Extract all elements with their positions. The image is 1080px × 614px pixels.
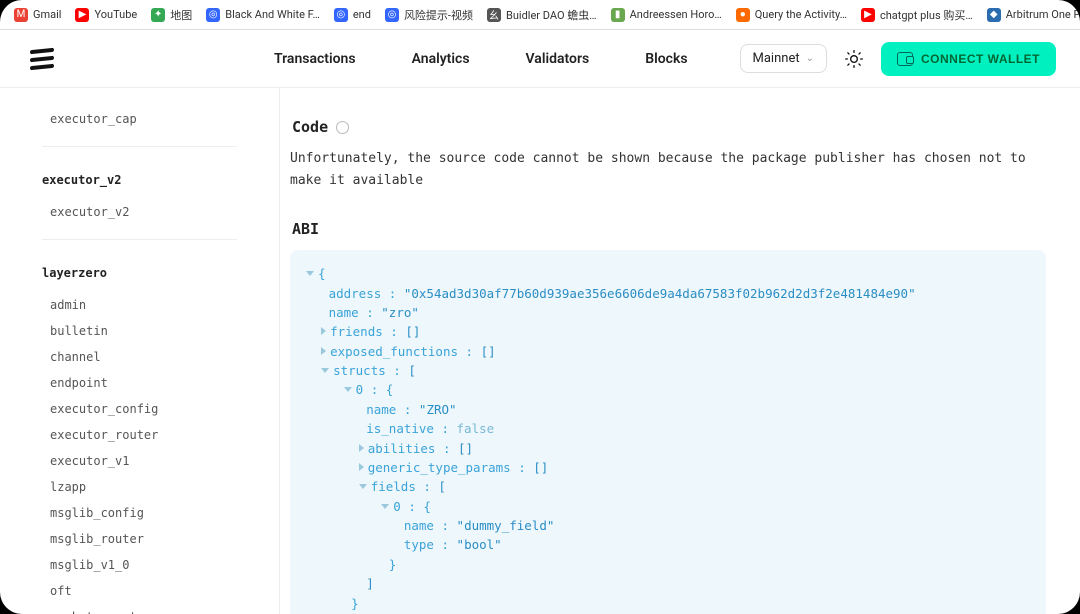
bookmark-icon: 幺 (487, 8, 501, 22)
nav-tabs: Transactions Analytics Validators Blocks (274, 51, 688, 67)
bookmark-item[interactable]: ▮ Andreessen Horo… (611, 8, 722, 22)
bookmark-label: 风险提示-视频 (404, 7, 473, 23)
bookmark-item[interactable]: ◎ end (334, 8, 371, 22)
wallet-label: CONNECT WALLET (921, 52, 1040, 66)
nav-tab[interactable]: Validators (526, 51, 590, 67)
network-label: Mainnet (753, 51, 800, 66)
bookmark-icon: M (14, 8, 28, 22)
bookmark-item[interactable]: 幺 Buidler DAO 蟾虫… (487, 7, 597, 23)
sidebar-item[interactable]: executor_cap (0, 106, 279, 132)
abi-address: 0x54ad3d30af77b60d939ae356e6606de9a4da67… (411, 286, 908, 301)
bookmark-label: Black And White F… (225, 8, 320, 21)
code-section-title: Code (292, 118, 1046, 136)
bookmark-icon: ◆ (987, 8, 1001, 22)
field-0-idx: 0 (393, 499, 401, 514)
struct-0-fields-open: [ (438, 479, 446, 494)
code-unavailable-message: Unfortunately, the source code cannot be… (290, 148, 1046, 192)
field-0-type: bool (464, 537, 494, 552)
abi-exposed-functions: [] (481, 344, 496, 359)
bookmark-item[interactable]: ✦ 地图 (151, 7, 192, 23)
sidebar-item[interactable]: executor_v1 (0, 448, 279, 474)
sidebar-item[interactable]: packet_event (0, 604, 279, 614)
abi-name: zro (389, 305, 412, 320)
field-0-name: dummy_field (464, 518, 547, 533)
struct-0-name: ZRO (426, 402, 449, 417)
bookmark-icon: ▶ (75, 8, 89, 22)
wallet-icon (897, 52, 913, 66)
bookmark-label: Gmail (33, 8, 61, 21)
sidebar-group-title[interactable]: layerzero (0, 260, 279, 286)
bookmark-label: end (353, 8, 371, 21)
struct-0-abilities: [] (458, 441, 473, 456)
sidebar-item[interactable]: msglib_config (0, 500, 279, 526)
main-panel: Code Unfortunately, the source code cann… (280, 88, 1080, 614)
abi-section-title: ABI (292, 220, 1046, 238)
bookmarks-bar: M Gmail ▶ YouTube ✦ 地图 ◎ Black And White F… ◎ end… (0, 0, 1080, 30)
struct-0-is-native: false (457, 421, 495, 436)
app-logo[interactable] (30, 47, 54, 71)
chevron-down-icon: ⌄ (806, 53, 814, 64)
network-selector[interactable]: Mainnet ⌄ (740, 44, 827, 73)
bookmark-label: 地图 (170, 7, 192, 23)
bookmark-icon: ▮ (611, 8, 625, 22)
bookmark-label: Query the Activity… (755, 8, 847, 21)
bookmark-item[interactable]: ◎ 风险提示-视频 (385, 7, 473, 23)
bookmark-item[interactable]: ◆ Arbitrum One Port… (987, 8, 1080, 22)
nav-tab[interactable]: Blocks (645, 51, 687, 67)
connect-wallet-button[interactable]: CONNECT WALLET (881, 42, 1056, 76)
theme-toggle[interactable] (837, 42, 871, 76)
bookmark-icon: ✦ (151, 8, 165, 22)
bookmark-item[interactable]: ● Query the Activity… (736, 8, 847, 22)
sidebar-item[interactable]: bulletin (0, 318, 279, 344)
sidebar-item[interactable]: admin (0, 292, 279, 318)
bookmark-item[interactable]: M Gmail (14, 8, 61, 22)
bookmark-item[interactable]: ▶ YouTube (75, 8, 137, 22)
sidebar-item[interactable]: msglib_router (0, 526, 279, 552)
bookmark-label: YouTube (94, 8, 137, 21)
bookmark-label: Andreessen Horo… (630, 8, 722, 21)
bookmark-icon: ◎ (334, 8, 348, 22)
sidebar-group-title[interactable]: executor_v2 (0, 167, 279, 193)
sidebar-item[interactable]: endpoint (0, 370, 279, 396)
bookmark-icon: ● (736, 8, 750, 22)
abi-json-viewer[interactable]: { address : "0x54ad3d30af77b60d939ae356e… (290, 250, 1046, 614)
bookmark-item[interactable]: ▶ chatgpt plus 购买… (861, 7, 973, 23)
bookmark-label: chatgpt plus 购买… (880, 7, 973, 23)
sidebar-item[interactable]: executor_v2 (0, 199, 279, 225)
abi-structs-open: [ (408, 363, 416, 378)
abi-friends: [] (405, 324, 420, 339)
sidebar-item[interactable]: executor_config (0, 396, 279, 422)
sun-icon (844, 49, 864, 69)
bookmark-icon: ◎ (385, 8, 399, 22)
sidebar-item[interactable]: lzapp (0, 474, 279, 500)
abi-title-text: ABI (292, 220, 319, 238)
bookmark-icon: ◎ (206, 8, 220, 22)
sidebar: executor_cap executor_v2 executor_v2layerz… (0, 88, 280, 614)
sidebar-item[interactable]: channel (0, 344, 279, 370)
bookmark-item[interactable]: ◎ Black And White F… (206, 8, 320, 22)
bookmark-icon: ▶ (861, 8, 875, 22)
nav-tab[interactable]: Transactions (274, 51, 356, 67)
bookmark-label: Arbitrum One Port… (1006, 8, 1080, 21)
struct-0-idx: 0 (356, 382, 364, 397)
nav-tab[interactable]: Analytics (412, 51, 470, 67)
sidebar-item[interactable]: msglib_v1_0 (0, 552, 279, 578)
struct-0-fields-close: ] (366, 576, 374, 591)
sidebar-item[interactable]: executor_router (0, 422, 279, 448)
content-body: executor_cap executor_v2 executor_v2layerz… (0, 88, 1080, 614)
code-title-text: Code (292, 118, 328, 136)
struct-0-gtp: [] (533, 460, 548, 475)
bookmark-label: Buidler DAO 蟾虫… (506, 7, 597, 23)
app-header: Transactions Analytics Validators Blocks Ma… (0, 30, 1080, 88)
sidebar-item[interactable]: oft (0, 578, 279, 604)
info-icon[interactable] (336, 121, 349, 134)
